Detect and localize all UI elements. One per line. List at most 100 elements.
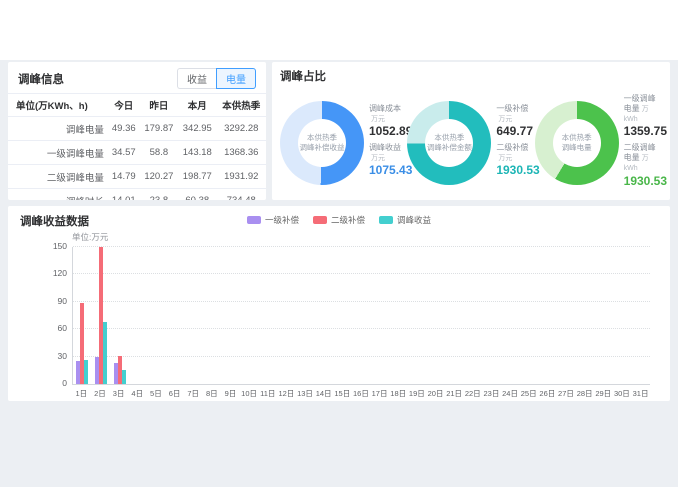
bar-group-8日 — [203, 247, 222, 384]
legend-item[interactable]: 调峰收益 — [379, 214, 431, 226]
bar-group-13日 — [296, 247, 315, 384]
donut-stats: 一级补偿万元 649.77 二级补偿万元 1930.53 — [496, 104, 534, 182]
bar-group-24日 — [501, 247, 520, 384]
donut-chart-income[interactable]: 本供热季 调峰补偿收益 — [280, 101, 364, 185]
cell: 58.8 — [140, 141, 178, 165]
bar-group-15日 — [334, 247, 353, 384]
bar-group-18日 — [389, 247, 408, 384]
x-axis-tick-label: 17日 — [370, 385, 389, 399]
bar-group-16日 — [352, 247, 371, 384]
donut-center-label: 本供热季 调峰补偿金额 — [407, 101, 491, 185]
legend-marker — [313, 216, 327, 224]
donut-center-label: 本供热季 调峰电量 — [535, 101, 619, 185]
bar-group-19日 — [408, 247, 427, 384]
x-axis-tick-label: 24日 — [501, 385, 520, 399]
bar-group-27日 — [557, 247, 576, 384]
x-axis-tick-label: 20日 — [426, 385, 445, 399]
x-axis-tick-label: 15日 — [333, 385, 352, 399]
cell: 14.01 — [108, 189, 140, 201]
bar-group-25日 — [520, 247, 539, 384]
bar-group-7日 — [185, 247, 204, 384]
x-axis-tick-label: 10日 — [240, 385, 259, 399]
donut-block-compensation-amount: 本供热季 调峰补偿金额 一级补偿万元 649.77 二级补偿万元 1930.53 — [407, 94, 534, 193]
donut-chart-amount[interactable]: 本供热季 调峰补偿金额 — [407, 101, 491, 185]
x-axis-tick-label: 7日 — [184, 385, 203, 399]
x-axis-tick-label: 11日 — [258, 385, 277, 399]
bar-group-29日 — [594, 247, 613, 384]
peak-info-table: 单位(万KWh、h) 今日 昨日 本月 本供热季 调峰电量 49.36 179.… — [8, 93, 266, 200]
cell: 1368.36 — [216, 141, 266, 165]
peak-income-chart-panel: 调峰收益数据 一级补偿二级补偿调峰收益 单位:万元 0306090120150 … — [8, 206, 670, 401]
x-axis-tick-label: 2日 — [91, 385, 110, 399]
stat-level2-electricity: 二级调峰电量万kWh 1930.53 — [624, 143, 662, 188]
stat-cost: 调峰成本万元 1052.89 — [369, 104, 407, 139]
peak-ratio-title: 调峰占比 — [280, 68, 662, 84]
bar-调峰收益[interactable] — [84, 360, 88, 384]
toggle-income-button[interactable]: 收益 — [177, 68, 216, 89]
x-axis-tick-label: 29日 — [594, 385, 613, 399]
y-axis-tick-label: 30 — [58, 351, 67, 361]
x-axis-tick-label: 22日 — [463, 385, 482, 399]
legend-item[interactable]: 一级补偿 — [247, 214, 299, 226]
donut-chart-electricity[interactable]: 本供热季 调峰电量 — [535, 101, 619, 185]
cell: 49.36 — [108, 117, 140, 141]
bar-group-20日 — [427, 247, 446, 384]
x-axis-tick-label: 4日 — [128, 385, 147, 399]
legend-item[interactable]: 二级补偿 — [313, 214, 365, 226]
bar-group-6日 — [166, 247, 185, 384]
bar-调峰收益[interactable] — [122, 370, 126, 384]
x-axis-tick-label: 14日 — [314, 385, 333, 399]
col-yesterday: 昨日 — [140, 94, 178, 117]
y-axis-tick-label: 60 — [58, 323, 67, 333]
bar-group-17日 — [371, 247, 390, 384]
x-axis-tick-label: 31日 — [631, 385, 650, 399]
bar-调峰收益[interactable] — [103, 322, 107, 384]
table-header-row: 单位(万KWh、h) 今日 昨日 本月 本供热季 — [8, 94, 266, 117]
table-row: 一级调峰电量 34.57 58.8 143.18 1368.36 — [8, 141, 266, 165]
bar-group-21日 — [445, 247, 464, 384]
x-axis-tick-label: 23日 — [482, 385, 501, 399]
x-axis-tick-label: 18日 — [389, 385, 408, 399]
stat-value-accent: 1930.53 — [496, 163, 534, 178]
donut-stats: 一级调峰电量万kWh 1359.75 二级调峰电量万kWh 1930.53 — [624, 94, 662, 193]
bar-group-10日 — [240, 247, 259, 384]
bar-group-2日 — [92, 247, 111, 384]
donut-block-electricity: 本供热季 调峰电量 一级调峰电量万kWh 1359.75 二级调峰电量万kWh … — [535, 94, 662, 193]
y-axis-tick-label: 120 — [53, 268, 67, 278]
x-axis-tick-label: 21日 — [445, 385, 464, 399]
x-axis-tick-label: 3日 — [109, 385, 128, 399]
bar-plot[interactable]: 0306090120150 — [72, 247, 650, 385]
x-axis-tick-label: 28日 — [575, 385, 594, 399]
y-axis-tick-label: 150 — [53, 241, 67, 251]
cell: 14.79 — [108, 165, 140, 189]
col-month: 本月 — [178, 94, 216, 117]
x-axis-tick-label: 30日 — [613, 385, 632, 399]
stat-level2: 二级补偿万元 1930.53 — [496, 143, 534, 178]
toggle-electricity-button[interactable]: 电量 — [216, 68, 256, 89]
x-axis-tick-label: 16日 — [352, 385, 371, 399]
dashboard-page: 调峰信息 收益 电量 单位(万KWh、h) 今日 昨日 本月 本供热季 — [0, 60, 678, 487]
top-whitespace — [0, 0, 678, 60]
x-axis-labels: 1日2日3日4日5日6日7日8日9日10日11日12日13日14日15日16日1… — [72, 385, 650, 399]
donut-block-compensation-income: 本供热季 调峰补偿收益 调峰成本万元 1052.89 调峰收益万元 1075.4… — [280, 94, 407, 193]
plot-area: 0306090120150 1日2日3日4日5日6日7日8日9日10日11日12… — [72, 247, 650, 399]
stat-level1: 一级补偿万元 649.77 — [496, 104, 534, 139]
x-axis-tick-label: 6日 — [165, 385, 184, 399]
cell: 179.87 — [140, 117, 178, 141]
donut-row: 本供热季 调峰补偿收益 调峰成本万元 1052.89 调峰收益万元 1075.4… — [280, 94, 662, 193]
x-axis-tick-label: 13日 — [296, 385, 315, 399]
bar-group-3日 — [110, 247, 129, 384]
peak-info-title: 调峰信息 — [18, 71, 64, 87]
row-label: 二级调峰电量 — [8, 165, 108, 189]
cell: 198.77 — [178, 165, 216, 189]
cell: 342.95 — [178, 117, 216, 141]
y-axis-tick-label: 0 — [62, 378, 67, 388]
donut-stats: 调峰成本万元 1052.89 调峰收益万元 1075.43 — [369, 104, 407, 182]
cell: 1931.92 — [216, 165, 266, 189]
bar-group-11日 — [259, 247, 278, 384]
table-row: 调峰时长 14.01 23.8 60.38 734.48 — [8, 189, 266, 201]
chart-legend: 一级补偿 二级补偿 调峰收益 — [20, 214, 658, 226]
x-axis-tick-label: 12日 — [277, 385, 296, 399]
bar-group-9日 — [222, 247, 241, 384]
x-axis-tick-label: 9日 — [221, 385, 240, 399]
